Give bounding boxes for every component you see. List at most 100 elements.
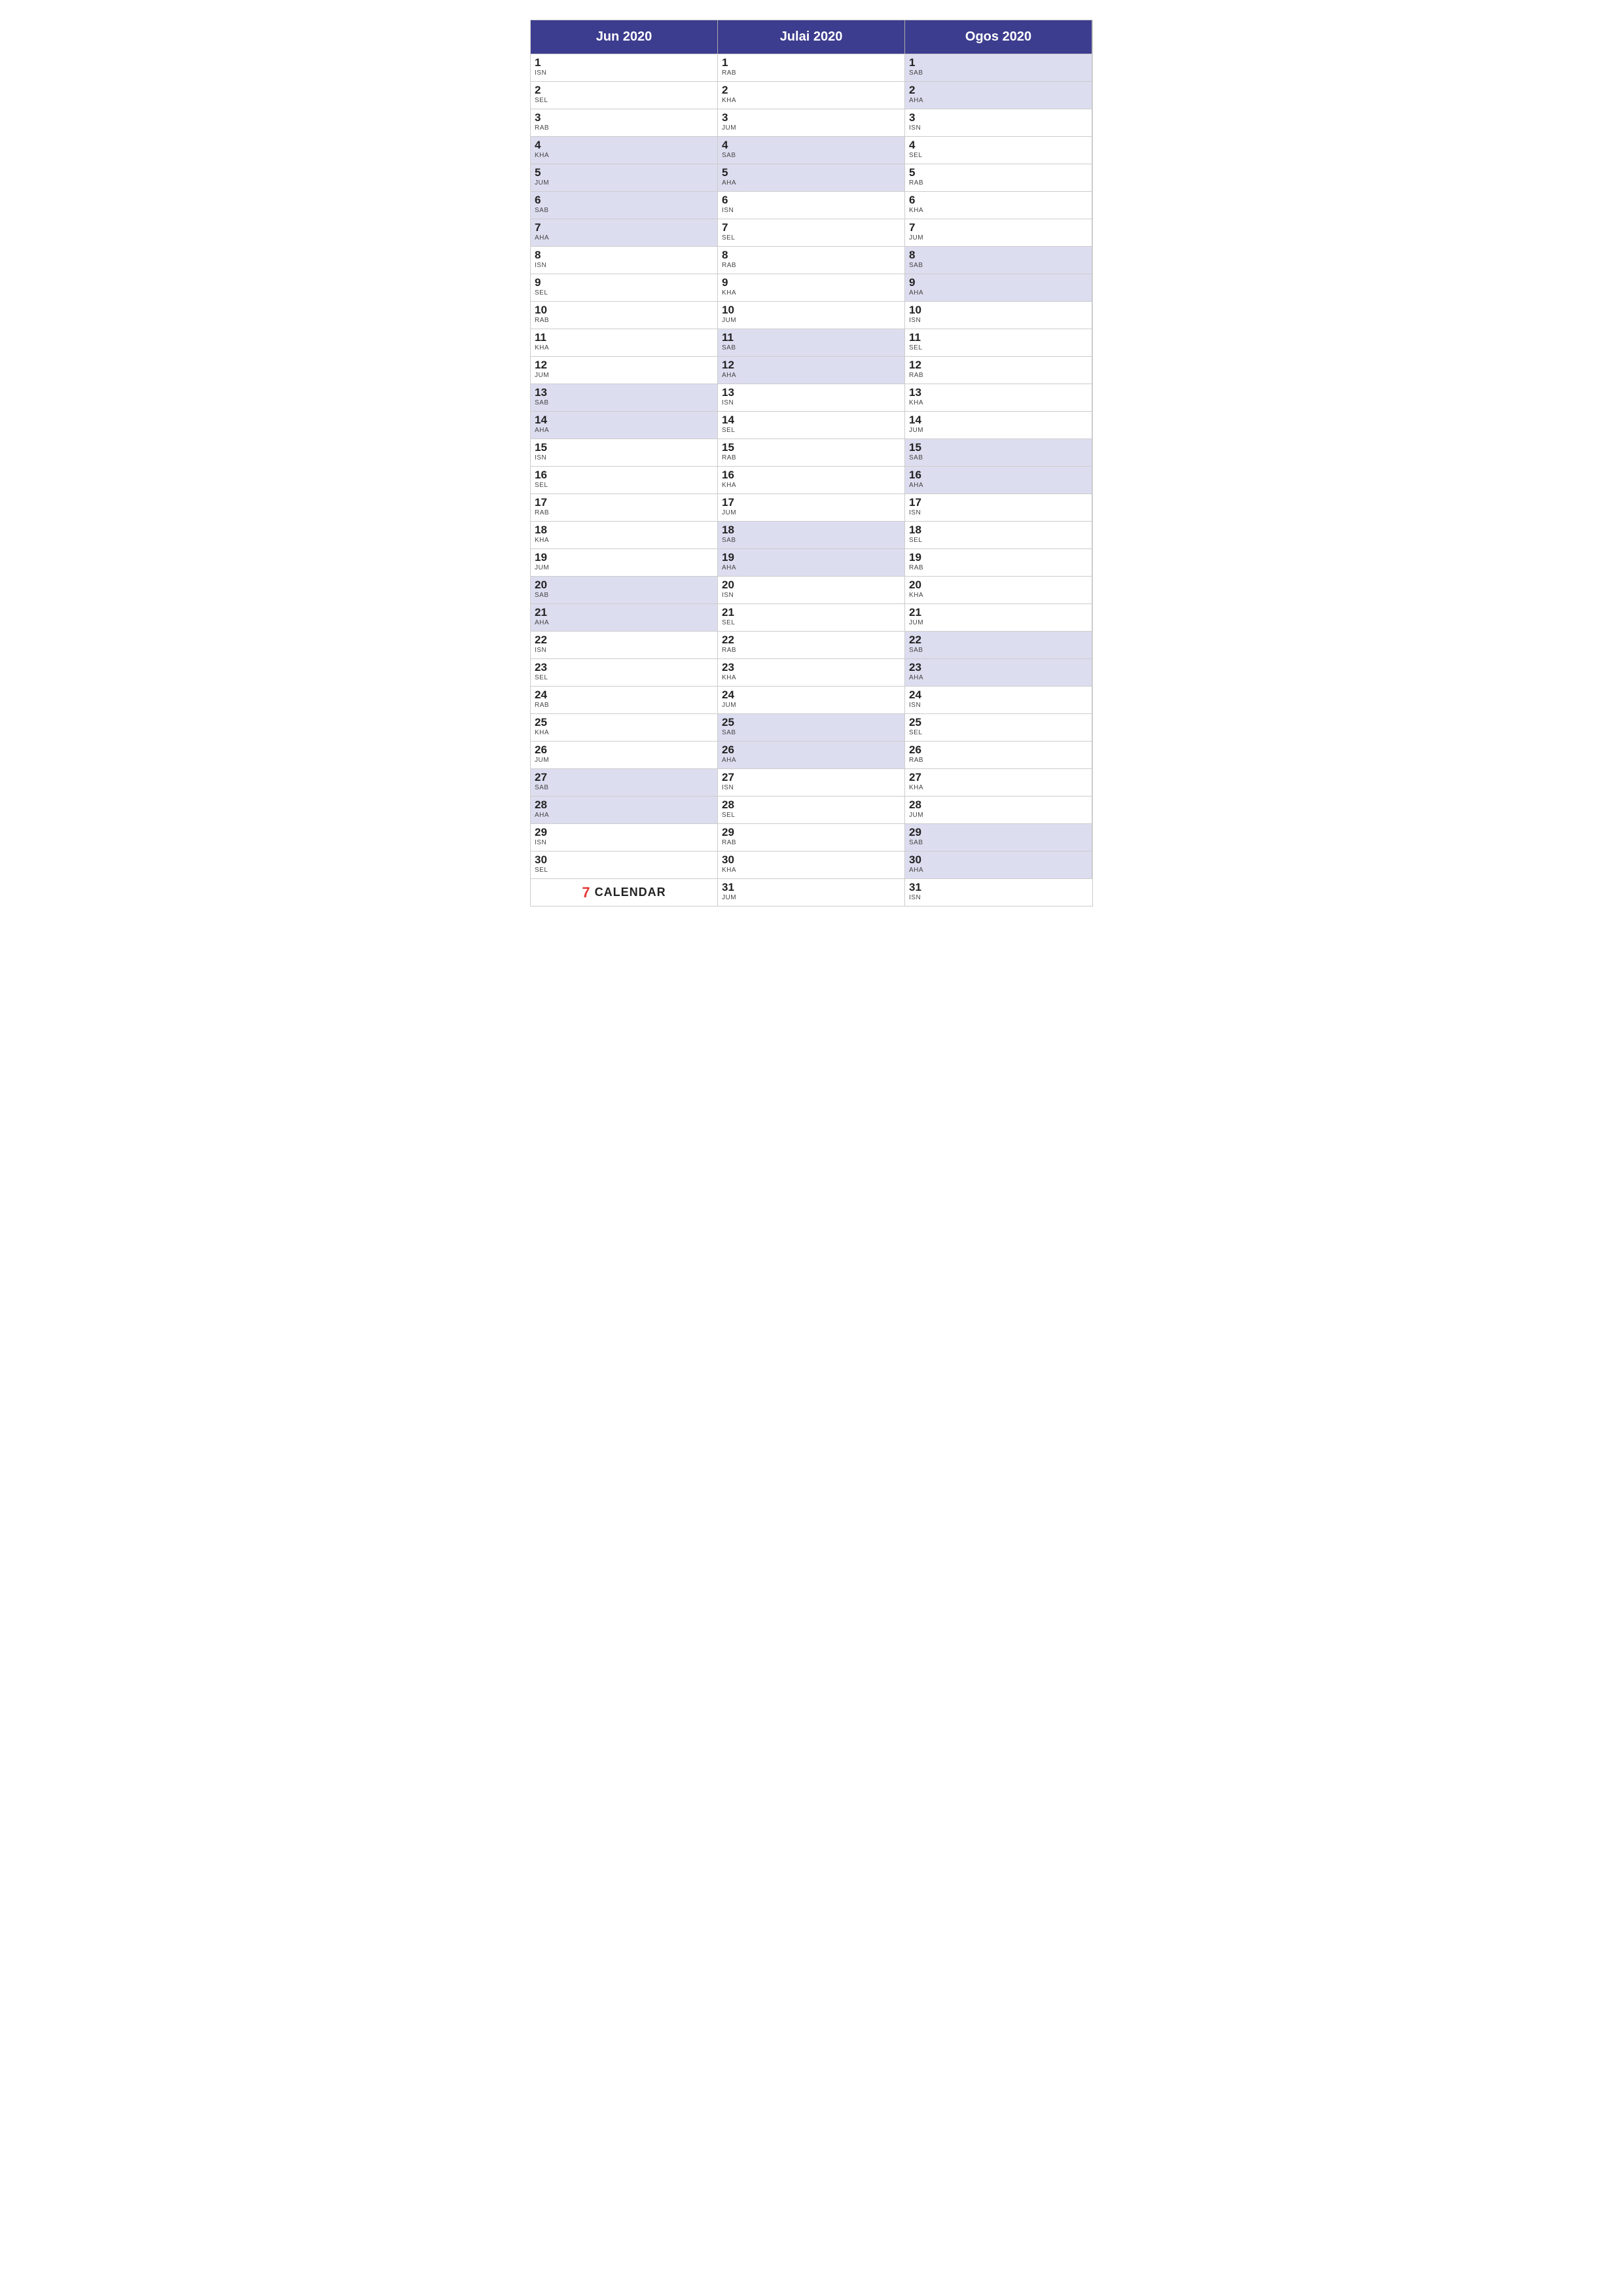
day-label-m0-d5: SAB [535,207,713,214]
day-label-m2-d6: JUM [909,234,1088,242]
day-num-m1-d8: 9 [722,277,901,289]
day-cell-m1-d2: 3JUM [718,109,905,136]
day-cell-m2-d30: 31ISN [905,878,1092,906]
day-cell-empty-m0-d30: 7CALENDAR [531,878,718,906]
day-num-m2-d27: 28 [909,799,1088,812]
day-cell-m2-d8: 9AHA [905,274,1092,301]
day-num-m1-d10: 11 [722,332,901,344]
day-label-m2-d10: SEL [909,344,1088,351]
day-label-m1-d23: JUM [722,702,901,709]
day-label-m2-d27: JUM [909,812,1088,819]
day-cell-m0-d19: 20SAB [531,576,718,603]
day-label-m2-d19: KHA [909,592,1088,599]
day-label-m2-d3: SEL [909,152,1088,159]
day-label-m2-d22: AHA [909,674,1088,681]
day-num-m2-d4: 5 [909,167,1088,179]
day-label-m2-d0: SAB [909,69,1088,77]
day-label-m0-d14: ISN [535,454,713,461]
day-label-m1-d27: SEL [722,812,901,819]
day-num-m0-d8: 9 [535,277,713,289]
day-cell-m1-d3: 4SAB [718,136,905,164]
day-label-m1-d11: AHA [722,372,901,379]
day-label-m0-d24: KHA [535,729,713,736]
day-label-m1-d20: SEL [722,619,901,626]
day-cell-m0-d13: 14AHA [531,411,718,439]
day-cell-m2-d1: 2AHA [905,81,1092,109]
day-label-m2-d8: AHA [909,289,1088,296]
day-label-m0-d10: KHA [535,344,713,351]
day-num-m1-d22: 23 [722,662,901,674]
day-label-m0-d3: KHA [535,152,713,159]
day-num-m0-d25: 26 [535,744,713,757]
day-label-m0-d13: AHA [535,427,713,434]
month-header-1: Julai 2020 [718,20,905,54]
day-label-m1-d8: KHA [722,289,901,296]
day-num-m0-d4: 5 [535,167,713,179]
day-label-m2-d24: SEL [909,729,1088,736]
day-num-m1-d5: 6 [722,194,901,207]
month-header-0: Jun 2020 [531,20,718,54]
day-label-m2-d29: AHA [909,867,1088,874]
day-cell-m2-d27: 28JUM [905,796,1092,823]
day-num-m1-d24: 25 [722,717,901,729]
day-cell-m1-d4: 5AHA [718,164,905,191]
day-num-m0-d3: 4 [535,139,713,152]
day-label-m2-d14: SAB [909,454,1088,461]
day-label-m0-d11: JUM [535,372,713,379]
day-cell-m0-d14: 15ISN [531,439,718,466]
day-num-m0-d13: 14 [535,414,713,427]
day-label-m1-d3: SAB [722,152,901,159]
day-cell-m1-d6: 7SEL [718,219,905,246]
day-cell-m1-d29: 30KHA [718,851,905,878]
day-num-m0-d21: 22 [535,634,713,647]
day-cell-m1-d26: 27ISN [718,768,905,796]
day-cell-m0-d9: 10RAB [531,301,718,329]
day-label-m0-d19: SAB [535,592,713,599]
day-num-m1-d12: 13 [722,387,901,399]
day-num-m1-d2: 3 [722,112,901,124]
day-num-m2-d0: 1 [909,57,1088,69]
day-label-m2-d18: RAB [909,564,1088,571]
day-cell-m1-d27: 28SEL [718,796,905,823]
day-label-m1-d28: RAB [722,839,901,846]
day-num-m2-d24: 25 [909,717,1088,729]
day-cell-m0-d0: 1ISN [531,54,718,81]
day-num-m0-d6: 7 [535,222,713,234]
day-label-m1-d13: SEL [722,427,901,434]
day-cell-m1-d14: 15RAB [718,439,905,466]
day-num-m1-d23: 24 [722,689,901,702]
day-cell-m0-d3: 4KHA [531,136,718,164]
day-num-m2-d15: 16 [909,469,1088,482]
day-num-m0-d5: 6 [535,194,713,207]
day-cell-m2-d9: 10ISN [905,301,1092,329]
day-label-m1-d24: SAB [722,729,901,736]
day-num-m2-d23: 24 [909,689,1088,702]
day-cell-m2-d6: 7JUM [905,219,1092,246]
day-cell-m0-d27: 28AHA [531,796,718,823]
day-label-m0-d18: JUM [535,564,713,571]
day-label-m2-d5: KHA [909,207,1088,214]
day-label-m1-d26: ISN [722,784,901,791]
day-cell-m2-d2: 3ISN [905,109,1092,136]
day-cell-m1-d9: 10JUM [718,301,905,329]
day-num-m0-d27: 28 [535,799,713,812]
day-num-m1-d9: 10 [722,304,901,317]
day-cell-m1-d8: 9KHA [718,274,905,301]
day-label-m0-d17: KHA [535,537,713,544]
day-cell-m2-d18: 19RAB [905,548,1092,576]
day-cell-m1-d23: 24JUM [718,686,905,713]
day-num-m0-d14: 15 [535,442,713,454]
day-num-m0-d1: 2 [535,84,713,97]
day-num-m2-d26: 27 [909,772,1088,784]
day-num-m0-d20: 21 [535,607,713,619]
day-label-m0-d23: RAB [535,702,713,709]
day-label-m0-d9: RAB [535,317,713,324]
day-num-m2-d17: 18 [909,524,1088,537]
day-cell-m1-d28: 29RAB [718,823,905,851]
day-label-m2-d4: RAB [909,179,1088,187]
day-cell-m2-d3: 4SEL [905,136,1092,164]
day-cell-m1-d25: 26AHA [718,741,905,768]
day-num-m1-d17: 18 [722,524,901,537]
day-cell-m2-d4: 5RAB [905,164,1092,191]
day-label-m2-d16: ISN [909,509,1088,516]
